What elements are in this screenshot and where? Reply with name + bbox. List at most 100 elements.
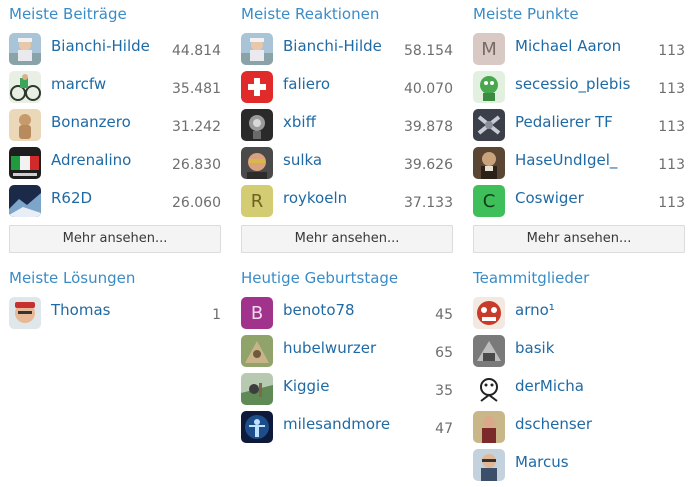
avatar[interactable]: [473, 373, 505, 405]
username-link[interactable]: Bianchi-Hilde: [283, 36, 382, 56]
username-link[interactable]: faliero: [283, 74, 330, 94]
username-link[interactable]: benoto78: [283, 300, 355, 320]
member-row[interactable]: dschenser: [473, 411, 685, 443]
member-row[interactable]: marcfw 35.481: [9, 71, 221, 103]
username-link[interactable]: basik: [515, 338, 554, 358]
avatar-letter: R: [250, 190, 264, 212]
solution-count: 1: [212, 307, 221, 323]
avatar[interactable]: [241, 411, 273, 443]
member-row[interactable]: arno¹: [473, 297, 685, 329]
avatar[interactable]: [241, 373, 273, 405]
member-row[interactable]: Bianchi-Hilde 58.154: [241, 33, 453, 65]
avatar[interactable]: [9, 147, 41, 179]
member-row[interactable]: secessio_plebis 113: [473, 71, 685, 103]
member-row[interactable]: Thomas 1: [9, 297, 221, 329]
avatar[interactable]: [9, 185, 41, 217]
username-link[interactable]: Adrenalino: [51, 150, 131, 170]
avatar[interactable]: [473, 147, 505, 179]
avatar[interactable]: [473, 449, 505, 481]
avatar-letter: B: [250, 302, 264, 324]
member-row[interactable]: Pedalierer TF 113: [473, 109, 685, 141]
username-link[interactable]: R62D: [51, 188, 92, 208]
member-row[interactable]: xbiff 39.878: [241, 109, 453, 141]
username-link[interactable]: roykoeln: [283, 188, 347, 208]
avatar[interactable]: [241, 33, 273, 65]
avatar-letter: C: [482, 190, 496, 212]
age: 45: [435, 307, 453, 323]
avatar[interactable]: [473, 411, 505, 443]
member-row[interactable]: Kiggie 35: [241, 373, 453, 405]
post-count: 31.242: [172, 119, 221, 135]
username-link[interactable]: HaseUndIgel_: [515, 150, 617, 170]
member-row[interactable]: sulka 39.626: [241, 147, 453, 179]
member-row[interactable]: derMicha: [473, 373, 685, 405]
reaction-count: 39.626: [404, 157, 453, 173]
age: 47: [435, 421, 453, 437]
username-link[interactable]: Kiggie: [283, 376, 329, 396]
username-link[interactable]: secessio_plebis: [515, 74, 630, 94]
member-row[interactable]: Marcus: [473, 449, 685, 481]
username-link[interactable]: Coswiger: [515, 188, 584, 208]
avatar[interactable]: [473, 109, 505, 141]
section-title-most-solutions: Meiste Lösungen: [9, 269, 136, 287]
member-row[interactable]: faliero 40.070: [241, 71, 453, 103]
avatar[interactable]: [473, 297, 505, 329]
username-link[interactable]: Thomas: [51, 300, 110, 320]
member-row[interactable]: R62D 26.060: [9, 185, 221, 217]
username-link[interactable]: marcfw: [51, 74, 106, 94]
username-link[interactable]: dschenser: [515, 414, 592, 434]
username-link[interactable]: sulka: [283, 150, 322, 170]
avatar[interactable]: [9, 71, 41, 103]
username-link[interactable]: derMicha: [515, 376, 584, 396]
username-link[interactable]: hubelwurzer: [283, 338, 376, 358]
username-link[interactable]: Marcus: [515, 452, 569, 472]
section-title-team-members: Teammitglieder: [473, 269, 590, 287]
avatar[interactable]: [9, 109, 41, 141]
avatar[interactable]: R: [241, 185, 273, 217]
avatar[interactable]: M: [473, 33, 505, 65]
post-count: 35.481: [172, 81, 221, 97]
more-button[interactable]: Mehr ansehen...: [241, 225, 453, 253]
more-button[interactable]: Mehr ansehen...: [9, 225, 221, 253]
avatar[interactable]: [241, 71, 273, 103]
member-row[interactable]: M Michael Aaron 113: [473, 33, 685, 65]
username-link[interactable]: arno¹: [515, 300, 555, 320]
section-title-most-points: Meiste Punkte: [473, 5, 579, 23]
member-row[interactable]: basik: [473, 335, 685, 367]
section-title-most-posts: Meiste Beiträge: [9, 5, 127, 23]
username-link[interactable]: Michael Aaron: [515, 36, 621, 56]
avatar[interactable]: [241, 109, 273, 141]
username-link[interactable]: Bonanzero: [51, 112, 131, 132]
age: 65: [435, 345, 453, 361]
avatar[interactable]: B: [241, 297, 273, 329]
avatar[interactable]: [473, 71, 505, 103]
avatar[interactable]: [9, 297, 41, 329]
points-count: 113: [658, 157, 685, 173]
avatar[interactable]: C: [473, 185, 505, 217]
username-link[interactable]: milesandmore: [283, 414, 390, 434]
avatar[interactable]: [241, 335, 273, 367]
more-button[interactable]: Mehr ansehen...: [473, 225, 685, 253]
member-row[interactable]: C Coswiger 113: [473, 185, 685, 217]
member-row[interactable]: Bianchi-Hilde 44.814: [9, 33, 221, 65]
avatar[interactable]: [9, 33, 41, 65]
avatar[interactable]: [473, 335, 505, 367]
reaction-count: 58.154: [404, 43, 453, 59]
member-row[interactable]: B benoto78 45: [241, 297, 453, 329]
member-row[interactable]: HaseUndIgel_ 113: [473, 147, 685, 179]
post-count: 26.060: [172, 195, 221, 211]
avatar[interactable]: [241, 147, 273, 179]
username-link[interactable]: Pedalierer TF: [515, 112, 613, 132]
username-link[interactable]: Bianchi-Hilde: [51, 36, 150, 56]
reaction-count: 37.133: [404, 195, 453, 211]
member-row[interactable]: Bonanzero 31.242: [9, 109, 221, 141]
member-row[interactable]: R roykoeln 37.133: [241, 185, 453, 217]
age: 35: [435, 383, 453, 399]
username-link[interactable]: xbiff: [283, 112, 316, 132]
points-count: 113: [658, 195, 685, 211]
reaction-count: 40.070: [404, 81, 453, 97]
member-row[interactable]: milesandmore 47: [241, 411, 453, 443]
section-title-birthdays: Heutige Geburtstage: [241, 269, 399, 287]
member-row[interactable]: hubelwurzer 65: [241, 335, 453, 367]
member-row[interactable]: Adrenalino 26.830: [9, 147, 221, 179]
